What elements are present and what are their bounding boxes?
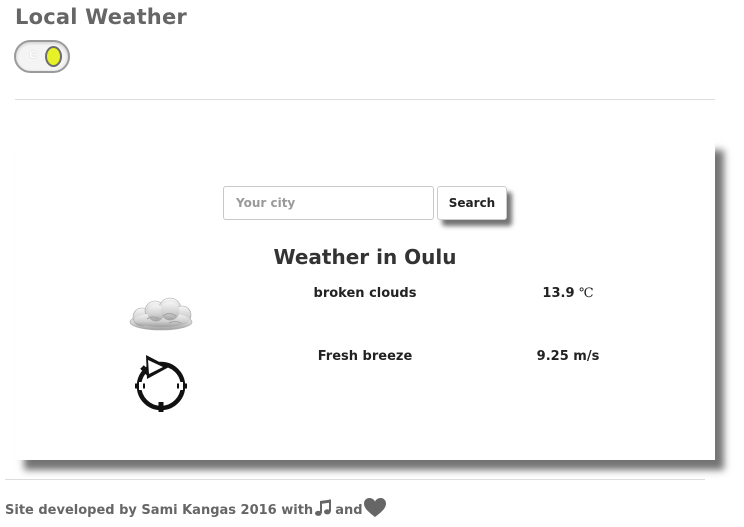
footer: Site developed by Sami Kangas 2016 with … [5,498,387,522]
footer-and-text: and [335,502,363,518]
cloud-icon [125,295,195,339]
footer-text: Site developed by Sami Kangas 2016 with [5,502,314,518]
unit-toggle[interactable]: C [14,40,70,73]
weather-card: Search Weather in Oulu [15,140,715,460]
toggle-knob[interactable] [45,46,62,67]
city-input[interactable] [223,186,434,220]
heart-icon [363,498,386,522]
condition-description: broken clouds [313,286,417,301]
header-divider [15,99,715,100]
wind-direction-icon [125,351,195,421]
temperature-value: 13.9 ℃ [508,286,628,301]
condition-row: broken clouds 13.9 ℃ [15,285,715,355]
wind-description: Fresh breeze [317,349,413,364]
weather-heading: Weather in Oulu [273,245,457,269]
footer-divider [5,479,705,480]
temperature-unit: ℃ [579,286,594,301]
search-form: Search [223,186,523,222]
temperature-number: 13.9 [542,286,575,301]
wind-speed-value: 9.25 m/s [536,349,600,364]
search-button[interactable]: Search [437,186,507,220]
music-note-icon [314,498,334,522]
page-title: Local Weather [15,5,187,29]
toggle-unit-letter: C [29,50,37,61]
wind-row: Fresh breeze 9.25 m/s [15,348,715,418]
